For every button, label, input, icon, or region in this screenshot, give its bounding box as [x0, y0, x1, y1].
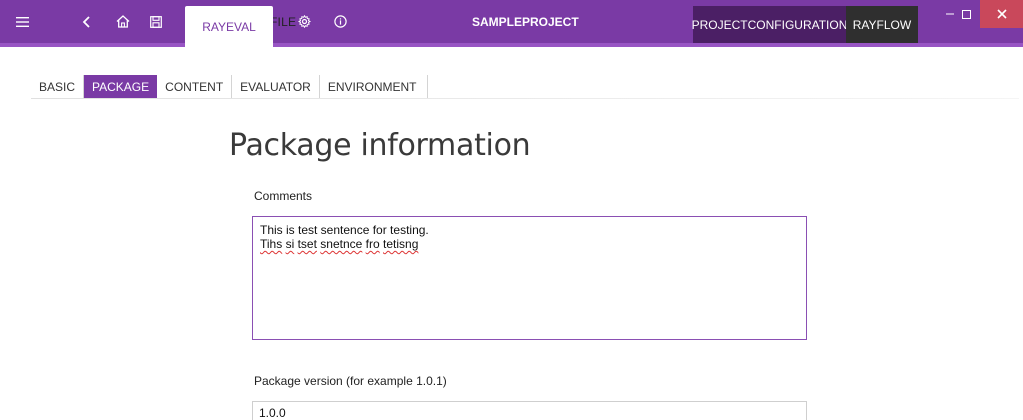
back-arrow-icon — [82, 15, 90, 28]
package-version-label: Package version (for example 1.0.1) — [254, 374, 447, 388]
settings-button[interactable] — [298, 0, 311, 43]
file-menu-button[interactable]: FILE — [16, 0, 296, 43]
maximize-button[interactable] — [962, 0, 971, 28]
title-bar: FILE RAYEVAL SAMPLEPROJECT PROJECTCONFIG… — [0, 0, 1023, 47]
tab-rayflow[interactable]: RAYFLOW — [846, 6, 918, 43]
close-button[interactable] — [980, 0, 1023, 28]
gear-icon — [298, 15, 311, 28]
comments-textarea[interactable]: This is test sentence for testing. Tihs … — [252, 216, 807, 340]
sub-tab-bar: BASIC PACKAGE CONTENT EVALUATOR ENVIRONM… — [31, 75, 428, 98]
tab-package[interactable]: PACKAGE — [84, 75, 158, 98]
tab-environment[interactable]: ENVIRONMENT — [320, 75, 428, 98]
tab-content[interactable]: CONTENT — [157, 75, 233, 98]
maximize-icon — [962, 9, 971, 19]
sub-tab-divider — [31, 98, 1019, 99]
comments-line-2: Tihs si tset snetnce fro tetisng — [260, 237, 799, 251]
tab-rayeval[interactable]: RAYEVAL — [185, 6, 273, 47]
tab-evaluator[interactable]: EVALUATOR — [232, 75, 320, 98]
misspelled-word: tset — [297, 237, 317, 251]
minimize-button[interactable] — [946, 0, 954, 28]
home-icon — [116, 15, 130, 28]
back-button[interactable] — [82, 0, 90, 43]
home-button[interactable] — [116, 0, 130, 43]
info-button[interactable] — [334, 0, 347, 43]
minimize-icon — [946, 13, 954, 15]
file-menu-label: FILE — [270, 14, 297, 29]
misspelled-word: si — [285, 237, 295, 251]
save-button[interactable] — [150, 0, 162, 43]
tab-basic[interactable]: BASIC — [31, 75, 85, 98]
close-icon — [996, 9, 1007, 19]
hamburger-menu-icon — [16, 16, 29, 27]
info-icon — [334, 15, 347, 28]
project-title: SAMPLEPROJECT — [472, 14, 579, 29]
comments-label: Comments — [254, 189, 313, 203]
misspelled-word: Tihs — [260, 237, 283, 251]
package-version-input[interactable]: 1.0.0 — [252, 401, 807, 420]
misspelled-word: snetnce — [320, 237, 363, 251]
tab-projectconfiguration[interactable]: PROJECTCONFIGURATION — [692, 6, 847, 43]
misspelled-word: tetisng — [383, 237, 419, 251]
title-bar-accent — [0, 43, 1023, 47]
comments-line-1: This is test sentence for testing. — [260, 223, 429, 237]
save-disk-icon — [150, 15, 162, 28]
misspelled-word: fro — [365, 237, 380, 251]
page-title: Package information — [229, 128, 531, 163]
